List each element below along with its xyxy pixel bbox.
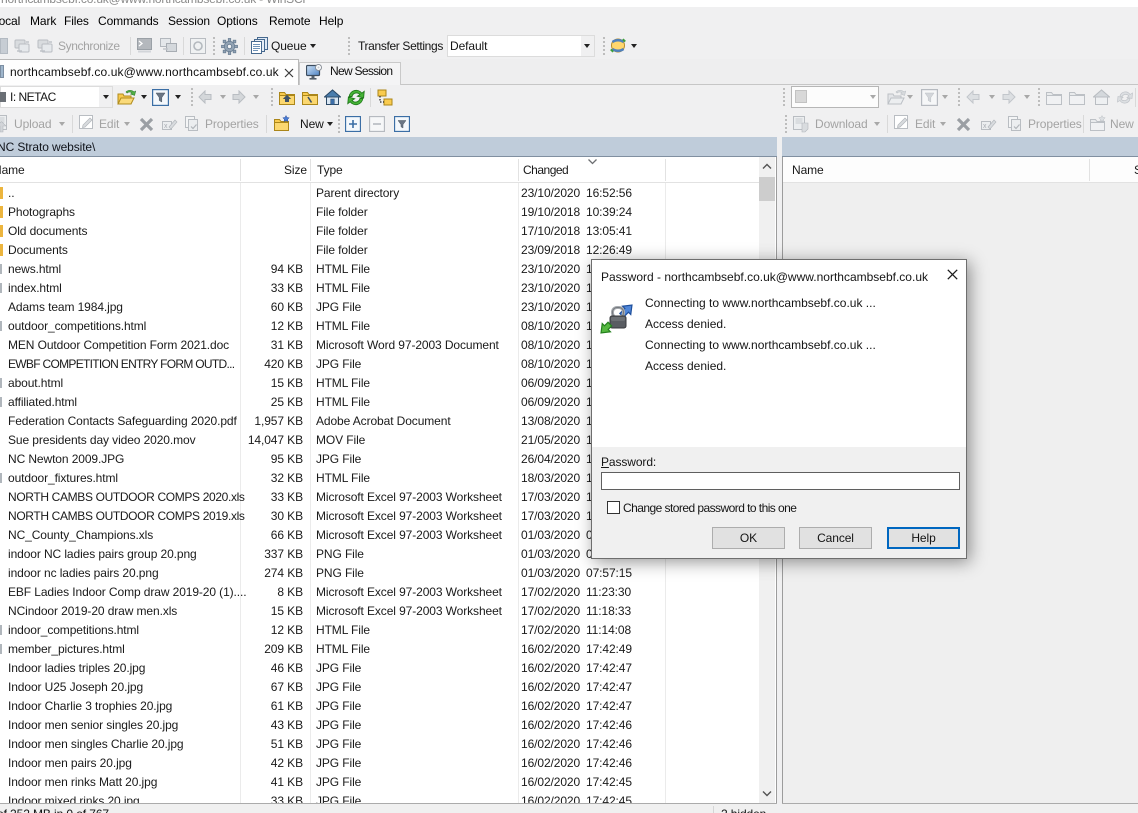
- svg-text:x: x: [983, 123, 987, 130]
